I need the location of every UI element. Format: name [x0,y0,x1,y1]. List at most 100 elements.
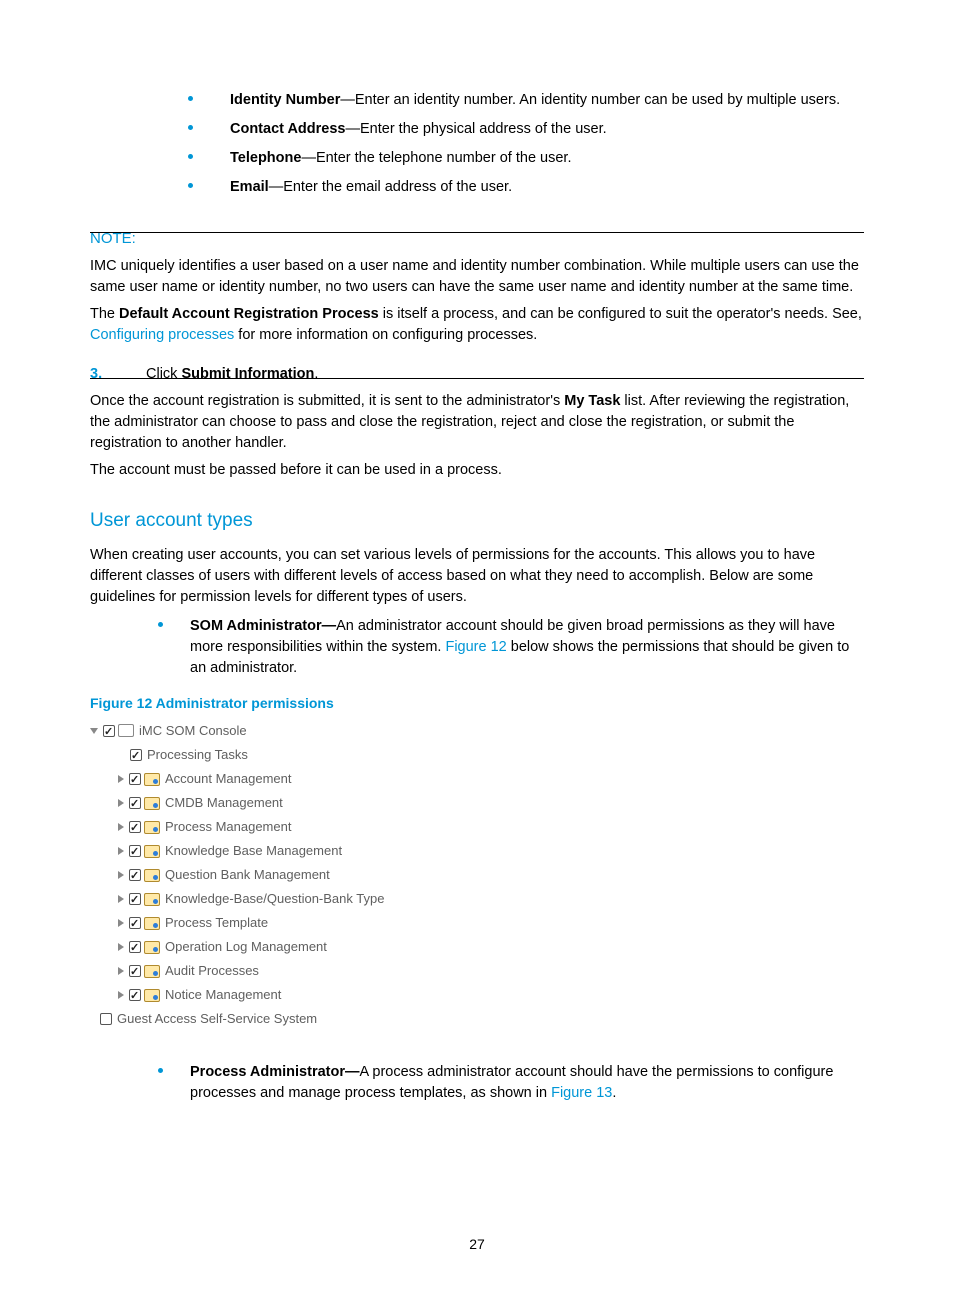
tree-branch: CMDB Management [90,791,864,815]
tree-label: Guest Access Self-Service System [117,1007,317,1031]
chevron-right-icon [118,919,124,927]
step-follow-2: The account must be passed before it can… [90,460,864,481]
term-desc: —Enter the email address of the user. [269,179,512,195]
tree-label: Knowledge-Base/Question-Bank Type [165,887,384,911]
section-intro: When creating user accounts, you can set… [90,545,864,608]
list-item: Identity Number—Enter an identity number… [230,90,854,111]
step-3: 3. Click Submit Information. [90,364,864,385]
chevron-right-icon [118,895,124,903]
text: . [314,366,318,382]
folder-icon [144,989,160,1002]
tree-label: Process Management [165,815,291,839]
tree-leaf: Processing Tasks [90,743,864,767]
tree-guest: Guest Access Self-Service System [90,1007,864,1031]
text-bold: Default Account Registration Process [119,306,379,322]
bullet-icon [188,154,193,159]
link-figure-13[interactable]: Figure 13 [551,1085,612,1101]
text: Click [146,366,181,382]
divider [90,232,864,233]
tree-label: Knowledge Base Management [165,839,342,863]
tree-label: Processing Tasks [147,743,248,767]
checkbox-icon [129,989,141,1001]
term-desc: —Enter an identity number. An identity n… [340,92,840,108]
text: for more information on configuring proc… [234,327,537,343]
chevron-right-icon [118,871,124,879]
folder-open-icon [118,724,134,737]
section-heading: User account types [90,507,864,535]
divider [90,378,864,379]
tree-branch: Process Template [90,911,864,935]
folder-icon [144,893,160,906]
checkbox-icon [130,749,142,761]
tree-branch: Notice Management [90,983,864,1007]
folder-icon [144,965,160,978]
chevron-right-icon [118,943,124,951]
list-item: SOM Administrator—An administrator accou… [190,616,854,679]
chevron-right-icon [118,823,124,831]
tree-label: Audit Processes [165,959,259,983]
bullet-icon [158,622,163,627]
bullet-icon [188,125,193,130]
folder-icon [144,941,160,954]
figure-caption: Figure 12 Administrator permissions [90,693,864,713]
bullet-icon [158,1068,163,1073]
checkbox-icon [129,845,141,857]
tree-branch: Knowledge Base Management [90,839,864,863]
bullet-icon [188,96,193,101]
chevron-right-icon [118,799,124,807]
text-bold: My Task [564,393,620,409]
term: Contact Address [230,121,345,137]
tree-label: Operation Log Management [165,935,327,959]
term: Telephone [230,150,301,166]
term-desc: —Enter the physical address of the user. [345,121,606,137]
tree-branch: Knowledge-Base/Question-Bank Type [90,887,864,911]
tree-branch: Audit Processes [90,959,864,983]
text: . [612,1085,616,1101]
term: SOM Administrator— [190,618,336,634]
page-number: 27 [0,1234,954,1254]
folder-icon [144,869,160,882]
tree-label: iMC SOM Console [139,719,247,743]
chevron-right-icon [118,991,124,999]
checkbox-icon [129,965,141,977]
checkbox-icon [129,797,141,809]
folder-icon [144,797,160,810]
text: Once the account registration is submitt… [90,393,564,409]
folder-icon [144,821,160,834]
role-list-2: Process Administrator—A process administ… [90,1062,864,1104]
tree-branch: Process Management [90,815,864,839]
text: The [90,306,119,322]
folder-icon [144,917,160,930]
term: Email [230,179,269,195]
checkbox-icon [129,893,141,905]
chevron-right-icon [118,967,124,975]
link-figure-12[interactable]: Figure 12 [445,639,506,655]
list-item: Email—Enter the email address of the use… [230,177,854,198]
link-configuring-processes[interactable]: Configuring processes [90,327,234,343]
tree-label: Account Management [165,767,291,791]
bullet-icon [188,183,193,188]
folder-icon [144,773,160,786]
tree-branch: Account Management [90,767,864,791]
page: Identity Number—Enter an identity number… [0,0,954,1296]
term: Process Administrator— [190,1064,359,1080]
step-follow-1: Once the account registration is submitt… [90,391,864,454]
chevron-right-icon [118,847,124,855]
tree-root: iMC SOM Console [90,719,864,743]
checkbox-icon [129,773,141,785]
term-desc: —Enter the telephone number of the user. [301,150,571,166]
tree-label: Notice Management [165,983,281,1007]
checkbox-icon [129,917,141,929]
folder-icon [144,845,160,858]
checkbox-icon [103,725,115,737]
chevron-down-icon [90,728,98,734]
note-body: IMC uniquely identifies a user based on … [90,256,864,298]
term: Identity Number [230,92,340,108]
role-list: SOM Administrator—An administrator accou… [90,616,864,679]
checkbox-icon [100,1013,112,1025]
checkbox-icon [129,869,141,881]
tree-label: Question Bank Management [165,863,330,887]
text: is itself a process, and can be configur… [379,306,862,322]
list-item: Telephone—Enter the telephone number of … [230,148,854,169]
chevron-right-icon [118,775,124,783]
